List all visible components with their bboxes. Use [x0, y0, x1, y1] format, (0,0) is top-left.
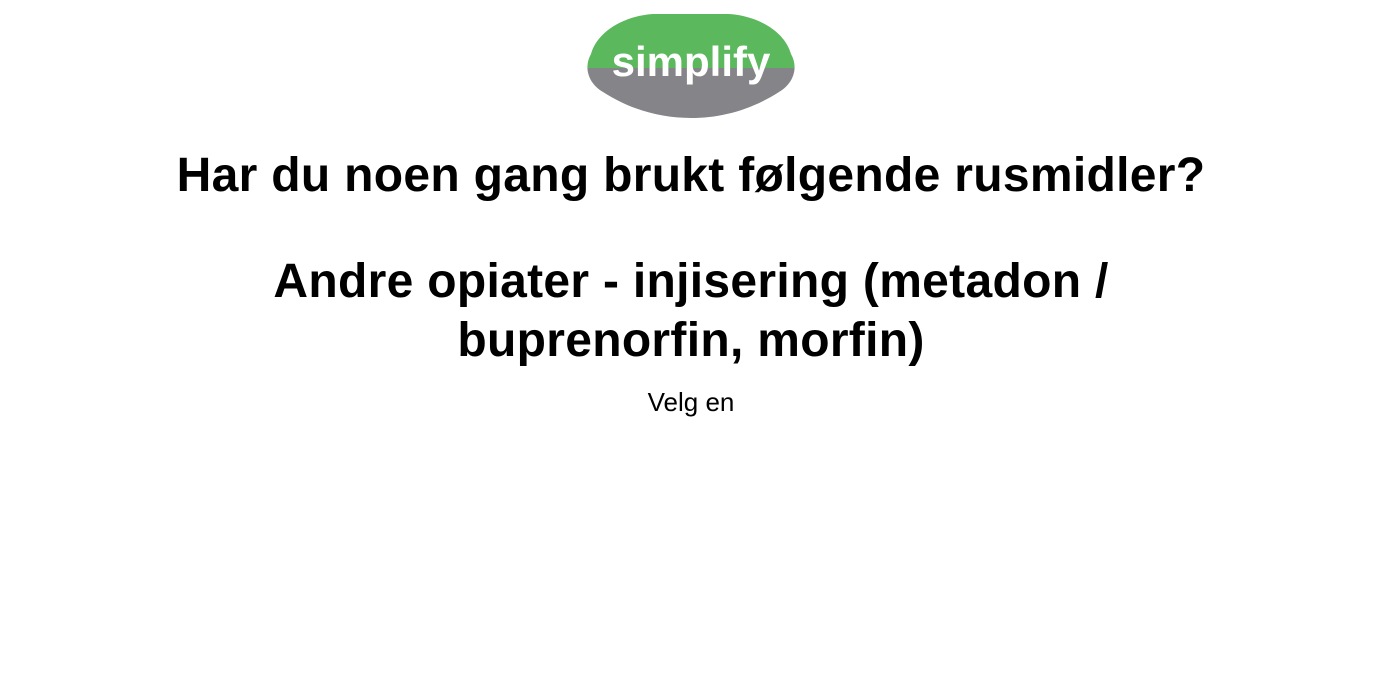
choose-one-instruction: Velg en	[647, 387, 735, 417]
logo-graphic: simplify	[587, 14, 795, 118]
simplify-logo: simplify	[583, 10, 799, 120]
logo-text: simplify	[612, 38, 771, 85]
survey-page: simplify Har du noen gang brukt følgende…	[0, 0, 1382, 683]
question-title: Har du noen gang brukt følgende rusmidle…	[176, 149, 1206, 202]
question-subtitle: Andre opiater - injisering (metadon / bu…	[273, 255, 1109, 367]
